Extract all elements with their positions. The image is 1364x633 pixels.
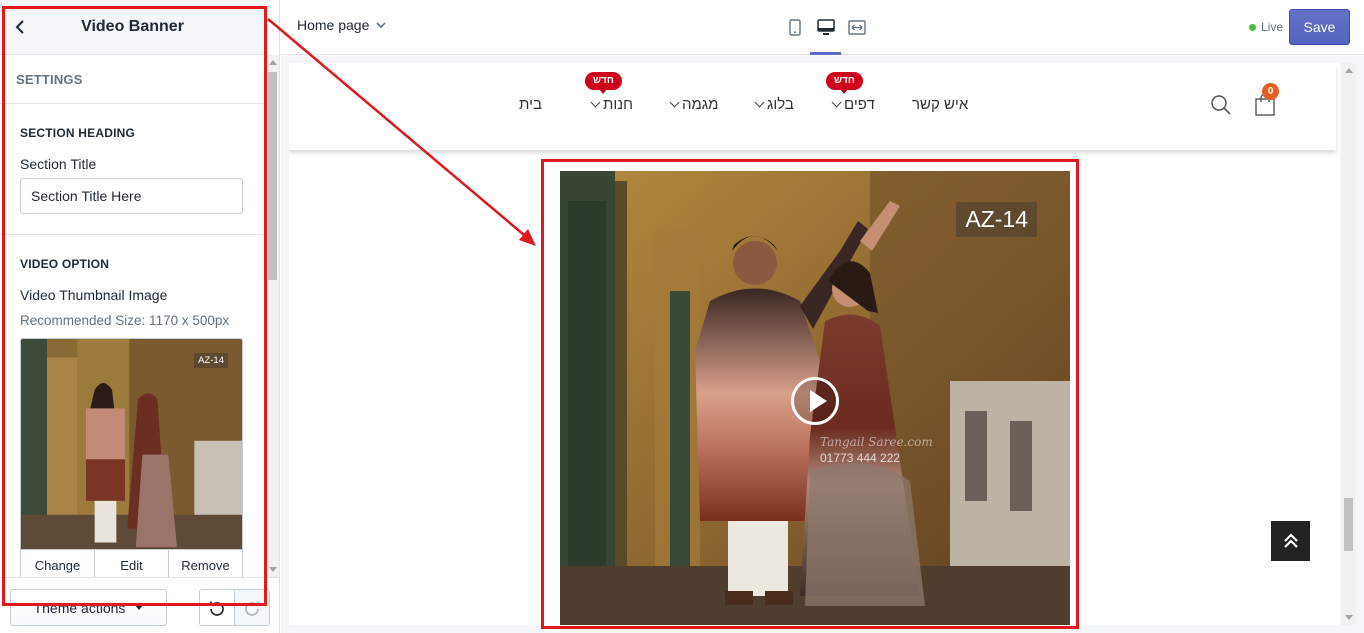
nav-item-shop[interactable]: חנות	[590, 96, 633, 113]
preview-scrollbar[interactable]	[1341, 63, 1356, 625]
theme-actions-button[interactable]: Theme actions	[10, 589, 167, 626]
nav-item-label: חנות	[603, 96, 633, 113]
video-option-title: VIDEO OPTION	[20, 257, 110, 271]
scroll-down-arrow-icon[interactable]	[269, 567, 277, 572]
new-badge-pages: חדש	[826, 72, 863, 94]
nav-item-label: איש קשר	[912, 96, 969, 113]
chevron-down-icon	[831, 97, 842, 108]
preview-area: איש קשר חדש דפים בלוג מגמה חדש חנות בית …	[281, 56, 1364, 633]
double-chevron-up-icon	[1283, 533, 1298, 548]
scroll-down-arrow-icon[interactable]	[1345, 615, 1353, 620]
desktop-view-button[interactable]	[810, 0, 841, 55]
sidebar-title: Video Banner	[81, 18, 184, 35]
nav-item-contact[interactable]: איש קשר	[912, 96, 968, 113]
back-button[interactable]	[8, 14, 32, 40]
live-status: Live	[1249, 20, 1283, 34]
editor-topbar: Home page Live Save	[281, 0, 1364, 55]
thumbnail-badge: AZ-14	[194, 353, 228, 368]
page-selector-label: Home page	[297, 17, 370, 33]
live-dot-icon	[1249, 23, 1256, 31]
remove-image-button[interactable]: Remove	[169, 550, 242, 577]
video-thumbnail-label: Video Thumbnail Image	[20, 287, 168, 303]
theme-editor: Video Banner SETTINGS SECTION HEADING Se…	[0, 0, 1364, 633]
video-option-group: VIDEO OPTION Video Thumbnail Image Recom…	[0, 235, 265, 577]
nav-item-trend[interactable]: מגמה	[669, 96, 719, 113]
play-icon[interactable]	[791, 377, 839, 425]
desktop-icon	[816, 19, 835, 35]
nav-item-label: מגמה	[682, 96, 719, 113]
settings-label: SETTINGS	[0, 55, 265, 104]
settings-sidebar: Video Banner SETTINGS SECTION HEADING Se…	[0, 0, 280, 633]
sidebar-scrollbar[interactable]	[265, 55, 279, 577]
change-image-button[interactable]: Change	[21, 550, 95, 577]
store-preview-frame[interactable]: איש קשר חדש דפים בלוג מגמה חדש חנות בית …	[289, 63, 1340, 625]
nav-item-home[interactable]: בית	[519, 96, 542, 113]
store-header: איש קשר חדש דפים בלוג מגמה חדש חנות בית …	[289, 63, 1336, 150]
thumbnail-scene	[21, 339, 242, 549]
scroll-up-arrow-icon[interactable]	[269, 60, 277, 65]
fullwidth-view-button[interactable]	[841, 0, 872, 55]
history-buttons	[199, 589, 270, 626]
thumbnail-actions: Change Edit Remove	[21, 549, 242, 577]
undo-icon	[209, 600, 224, 616]
device-switcher	[779, 0, 872, 55]
save-button[interactable]: Save	[1289, 9, 1350, 45]
nav-item-pages[interactable]: דפים	[831, 96, 875, 113]
sidebar-header: Video Banner	[0, 0, 265, 55]
back-to-top-button[interactable]	[1271, 521, 1310, 561]
banner-code-label: AZ-14	[956, 202, 1037, 237]
page-selector[interactable]: Home page	[297, 17, 386, 33]
theme-actions-label: Theme actions	[33, 599, 126, 616]
live-status-label: Live	[1261, 20, 1284, 34]
sidebar-scroll-area[interactable]: SETTINGS SECTION HEADING Section Title V…	[0, 55, 265, 577]
new-badge-shop: חדש	[585, 72, 622, 94]
section-heading-title: SECTION HEADING	[20, 126, 136, 140]
fullwidth-icon	[847, 20, 866, 35]
nav-item-label: בלוג	[767, 96, 794, 113]
banner-watermark: Tangail Saree.com 01773 444 222	[820, 434, 933, 466]
redo-icon	[245, 600, 260, 616]
section-heading-group: SECTION HEADING Section Title	[0, 104, 265, 235]
thumbnail-preview-image: AZ-14	[21, 339, 242, 549]
chevron-left-icon	[15, 20, 24, 34]
caret-down-icon	[135, 605, 144, 610]
mobile-view-button[interactable]	[779, 0, 810, 55]
chevron-down-icon	[669, 97, 680, 108]
mobile-icon	[788, 19, 801, 36]
nav-item-label: דפים	[844, 96, 875, 113]
section-title-input[interactable]	[20, 178, 243, 214]
cart-count-badge: 0	[1262, 83, 1279, 100]
sidebar-footer: Theme actions	[0, 577, 279, 633]
watermark-brand: Tangail Saree.com	[820, 435, 933, 449]
scrollbar-thumb[interactable]	[1344, 498, 1353, 551]
store-search-button[interactable]	[1210, 94, 1232, 121]
scrollbar-thumb[interactable]	[268, 72, 277, 280]
thumbnail-picker: AZ-14 Change Edit Remove	[20, 338, 243, 577]
nav-item-label: בית	[519, 96, 542, 113]
redo-button[interactable]	[235, 590, 269, 625]
watermark-phone: 01773 444 222	[820, 451, 901, 465]
chevron-down-icon	[754, 97, 765, 108]
video-banner[interactable]: AZ-14 Tangail Saree.com 01773 444 222	[560, 171, 1070, 625]
nav-item-blog[interactable]: בלוג	[754, 96, 794, 113]
recommended-size-help: Recommended Size: 1170 x 500px	[20, 313, 230, 328]
chevron-down-icon	[590, 97, 601, 108]
chevron-down-icon	[376, 21, 386, 28]
section-title-label: Section Title	[20, 156, 97, 172]
undo-button[interactable]	[200, 590, 235, 625]
search-icon	[1211, 95, 1231, 115]
edit-image-button[interactable]: Edit	[95, 550, 169, 577]
scroll-up-arrow-icon[interactable]	[1345, 68, 1353, 73]
